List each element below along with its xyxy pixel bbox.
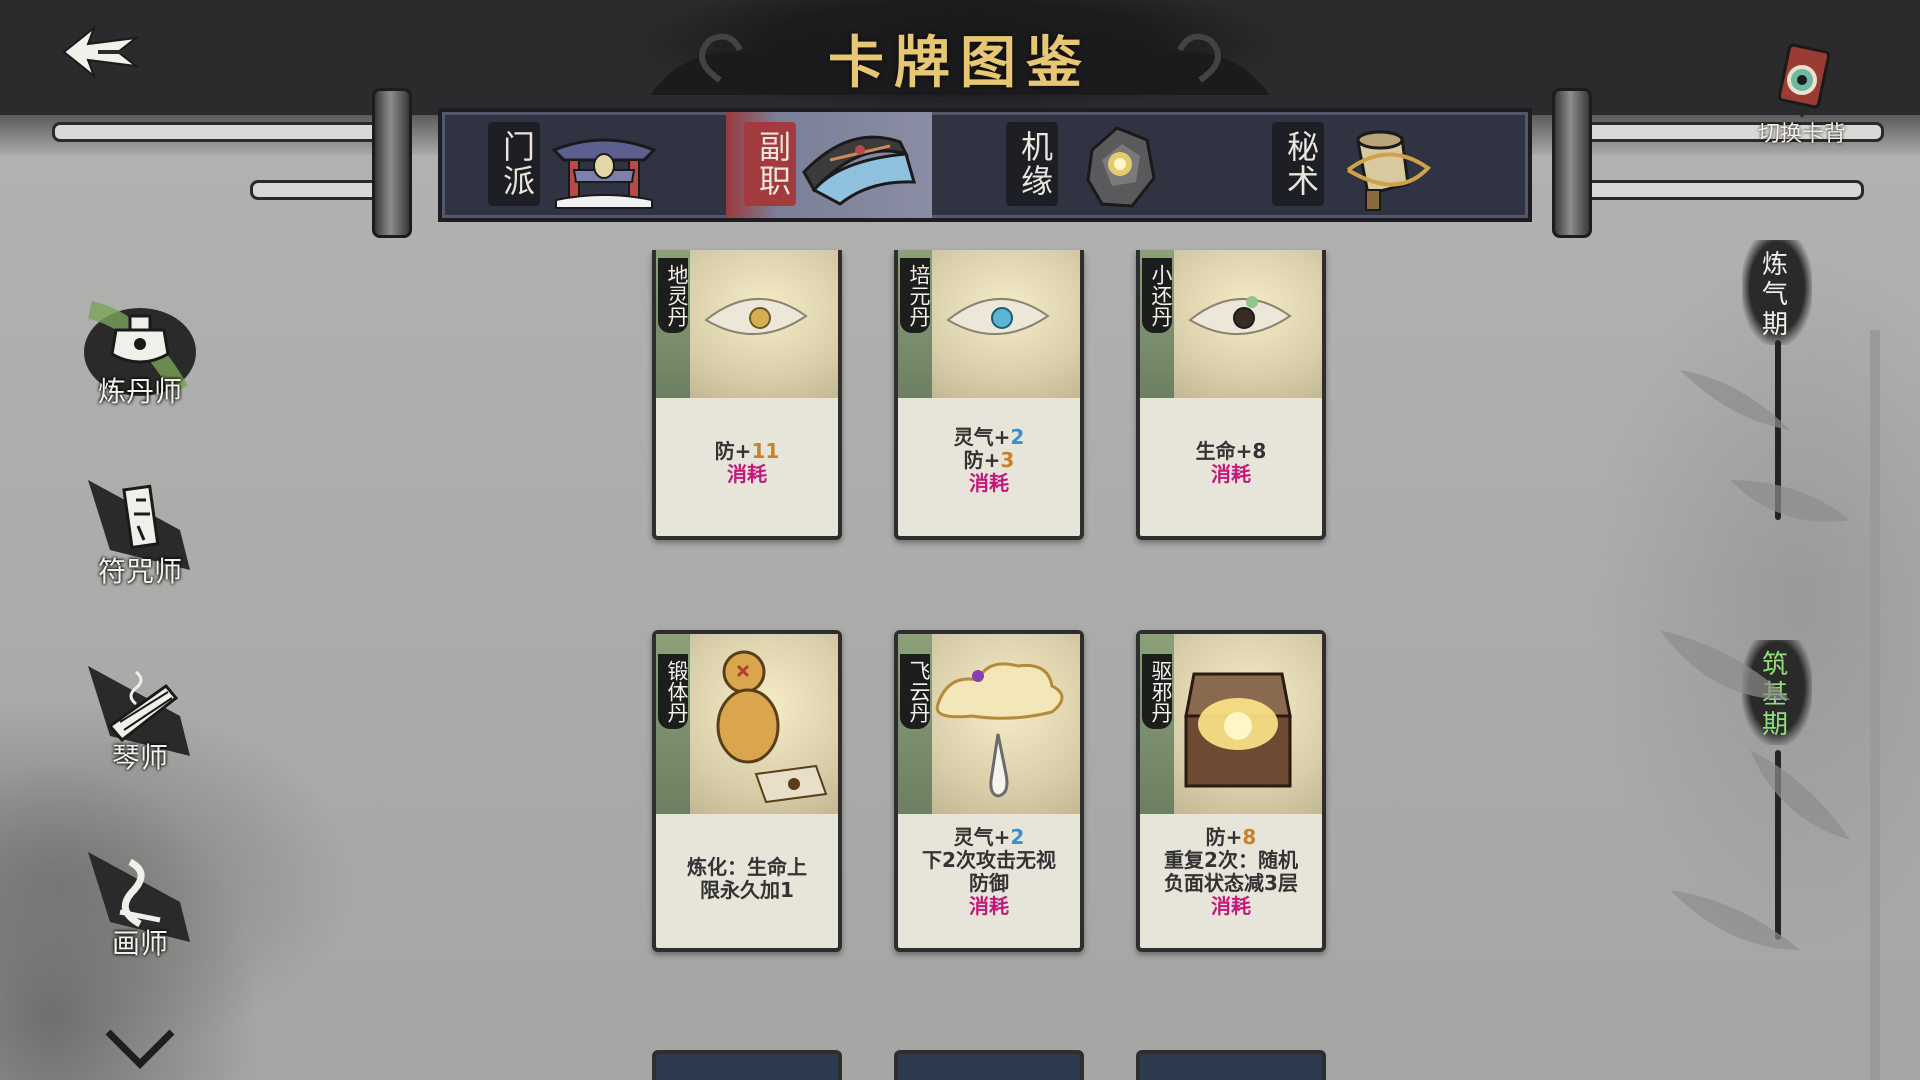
switch-card-back-button[interactable]: 切换卡背 xyxy=(1736,28,1868,148)
card-title: 地灵丹 xyxy=(658,258,689,333)
hat-icon xyxy=(802,135,917,206)
card-xiaohuan-pill[interactable]: 小还丹 生命+8 消耗 xyxy=(1136,250,1326,540)
tab-side-job[interactable]: 副职 xyxy=(726,112,932,218)
effect-line: 下2次攻击无视 xyxy=(922,848,1056,872)
tab-secret-art[interactable]: 秘术 xyxy=(1254,112,1454,218)
card-name-strip: 小还丹 xyxy=(1140,250,1174,398)
effect-line: 负面状态减3层 xyxy=(1164,871,1298,895)
effect-line: 炼化：生命上 xyxy=(687,855,807,879)
effect-keyword: 消耗 xyxy=(969,471,1009,495)
effect-keyword: 消耗 xyxy=(727,462,767,486)
card-title: 小还丹 xyxy=(1142,258,1173,333)
card-peiyuan-pill[interactable]: 培元丹 灵气+2 防+3 消耗 xyxy=(894,250,1084,540)
card-partial[interactable] xyxy=(1136,1050,1326,1080)
card-back-icon xyxy=(1766,38,1838,118)
page-title: 卡牌图鉴 xyxy=(828,30,1092,96)
sidebar-item-label: 画师 xyxy=(111,927,168,960)
scroll-rod-left xyxy=(372,88,412,238)
effect-line: 防+8 xyxy=(1205,825,1257,849)
back-button[interactable] xyxy=(58,22,142,82)
card-duanti-pill[interactable]: 锻体丹 炼化：生命上 限永久加1 xyxy=(652,630,842,952)
card-name-strip: 飞云丹 xyxy=(898,634,932,814)
card-effect: 防+11 消耗 xyxy=(656,440,838,486)
card-title: 锻体丹 xyxy=(658,654,689,729)
tab-label: 副职 xyxy=(744,122,796,206)
tab-label: 机缘 xyxy=(1006,122,1058,206)
card-title: 培元丹 xyxy=(900,258,931,333)
effect-keyword: 消耗 xyxy=(969,894,1009,918)
scroll-ribbon-left xyxy=(52,122,398,142)
card-effect: 防+8 重复2次：随机 负面状态减3层 消耗 xyxy=(1140,826,1322,918)
card-name-strip: 培元丹 xyxy=(898,250,932,398)
back-arrow-icon xyxy=(62,24,140,80)
tab-label: 门派 xyxy=(488,122,540,206)
scroll-rod-right xyxy=(1552,88,1592,238)
effect-line: 灵气+2 xyxy=(953,425,1025,449)
effect-keyword: 消耗 xyxy=(1211,894,1251,918)
tab-label: 秘术 xyxy=(1272,122,1324,206)
stone-icon xyxy=(1086,126,1156,208)
realm-label: 炼气期 xyxy=(1761,250,1788,340)
sect-gate-icon xyxy=(551,138,657,209)
scroll-ribbon-right-low xyxy=(1578,180,1864,200)
effect-line: 限永久加1 xyxy=(700,878,794,902)
sidebar-item-label: 符咒师 xyxy=(97,555,182,588)
card-name-strip: 地灵丹 xyxy=(656,250,690,398)
card-feiyun-pill[interactable]: 飞云丹 灵气+2 下2次攻击无视 防御 消耗 xyxy=(894,630,1084,952)
bamboo-decoration xyxy=(1660,330,1880,1080)
sidebar-item-alchemist[interactable]: 炼丹师 xyxy=(70,290,210,440)
card-effect: 生命+8 消耗 xyxy=(1140,440,1322,486)
sidebar-item-talisman-master[interactable]: 符咒师 xyxy=(70,470,210,620)
sidebar-item-painter[interactable]: 画师 xyxy=(70,842,210,992)
effect-line: 生命+8 xyxy=(1195,439,1267,463)
effect-keyword: 消耗 xyxy=(1211,462,1251,486)
chevron-down-icon xyxy=(105,1029,175,1069)
card-partial[interactable] xyxy=(652,1050,842,1080)
sidebar-item-label: 琴师 xyxy=(111,741,168,774)
sidebar-more-button[interactable] xyxy=(104,1024,176,1072)
effect-line: 防+3 xyxy=(963,448,1015,472)
scroll-icon xyxy=(1346,130,1432,211)
tab-sect[interactable]: 门派 xyxy=(470,112,680,218)
card-partial[interactable] xyxy=(894,1050,1084,1080)
card-title: 驱邪丹 xyxy=(1142,654,1173,729)
effect-line: 防+11 xyxy=(714,439,780,463)
card-title: 飞云丹 xyxy=(900,654,931,729)
tab-fortune[interactable]: 机缘 xyxy=(988,112,1188,218)
sidebar-item-label: 炼丹师 xyxy=(97,375,182,408)
card-quxie-pill[interactable]: 驱邪丹 防+8 重复2次：随机 负面状态减3层 消耗 xyxy=(1136,630,1326,952)
card-effect: 炼化：生命上 限永久加1 xyxy=(656,856,838,902)
effect-line: 灵气+2 xyxy=(953,825,1025,849)
card-diling-pill[interactable]: 地灵丹 防+11 消耗 xyxy=(652,250,842,540)
card-effect: 灵气+2 下2次攻击无视 防御 消耗 xyxy=(898,826,1080,918)
card-name-strip: 锻体丹 xyxy=(656,634,690,814)
card-effect: 灵气+2 防+3 消耗 xyxy=(898,426,1080,495)
switch-card-back-label: 切换卡背 xyxy=(1757,122,1846,147)
effect-line: 防御 xyxy=(969,871,1009,895)
effect-line: 重复2次：随机 xyxy=(1164,848,1298,872)
card-name-strip: 驱邪丹 xyxy=(1140,634,1174,814)
sidebar-item-zither-master[interactable]: 琴师 xyxy=(70,656,210,806)
